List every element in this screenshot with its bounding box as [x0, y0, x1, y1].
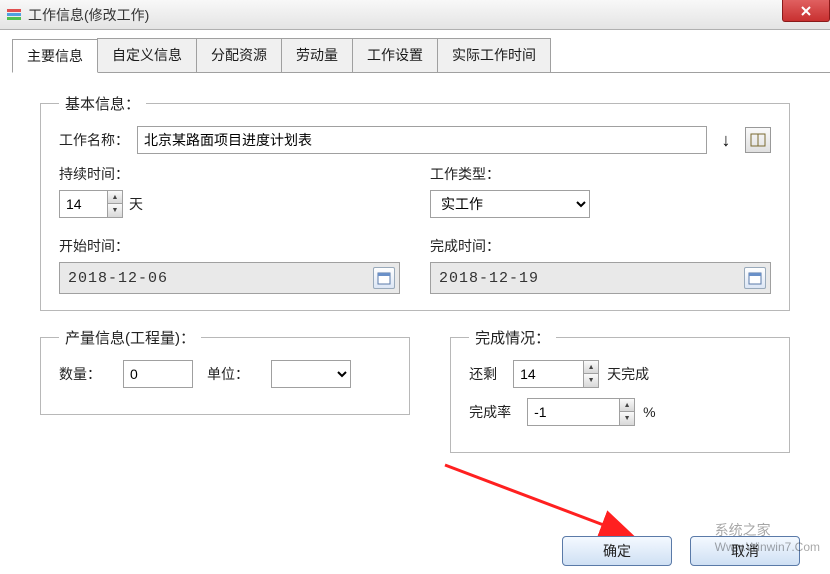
- unit-select[interactable]: [271, 360, 351, 388]
- qty-input[interactable]: [123, 360, 193, 388]
- type-select[interactable]: 实工作: [430, 190, 590, 218]
- completion-group: 完成情况： 还剩 ▲▼ 天完成 完成率 ▲▼ %: [450, 327, 790, 453]
- end-label: 完成时间：: [430, 236, 763, 256]
- spin-up-icon[interactable]: ▲: [108, 191, 122, 204]
- completion-legend: 完成情况：: [469, 327, 556, 348]
- window-title: 工作信息(修改工作): [28, 5, 149, 25]
- remain-spinner[interactable]: ▲▼: [513, 360, 599, 388]
- start-label: 开始时间：: [59, 236, 392, 256]
- columns-icon: [750, 132, 766, 148]
- tab-actual-time[interactable]: 实际工作时间: [437, 38, 551, 72]
- spin-down-icon[interactable]: ▼: [108, 204, 122, 217]
- rate-label: 完成率: [469, 402, 511, 422]
- remain-input[interactable]: [513, 360, 583, 388]
- spin-up-icon[interactable]: ▲: [584, 361, 598, 374]
- close-button[interactable]: [782, 0, 830, 22]
- footer-buttons: 确定 取消: [562, 536, 800, 566]
- duration-spinner[interactable]: ▲▼: [59, 190, 123, 218]
- start-date-input[interactable]: 2018-12-06: [59, 262, 400, 294]
- app-icon: [6, 7, 22, 23]
- output-group: 产量信息(工程量)： 数量： 单位：: [40, 327, 410, 415]
- picker-button[interactable]: [745, 127, 771, 153]
- close-icon: [800, 5, 812, 17]
- ok-button[interactable]: 确定: [562, 536, 672, 566]
- cancel-button[interactable]: 取消: [690, 536, 800, 566]
- name-input[interactable]: [137, 126, 707, 154]
- unit-label: 单位：: [207, 364, 249, 384]
- type-label: 工作类型：: [430, 164, 763, 184]
- calendar-icon[interactable]: [373, 267, 395, 289]
- start-date-value: 2018-12-06: [68, 270, 168, 287]
- qty-label: 数量：: [59, 364, 101, 384]
- duration-unit: 天: [129, 194, 143, 214]
- end-date-value: 2018-12-19: [439, 270, 539, 287]
- spin-down-icon[interactable]: ▼: [584, 374, 598, 387]
- move-down-button[interactable]: ↓: [713, 127, 739, 153]
- title-bar: 工作信息(修改工作): [0, 0, 830, 30]
- tab-bar: 主要信息 自定义信息 分配资源 劳动量 工作设置 实际工作时间: [12, 38, 830, 73]
- tab-labor[interactable]: 劳动量: [281, 38, 353, 72]
- output-legend: 产量信息(工程量)：: [59, 327, 201, 348]
- spin-up-icon[interactable]: ▲: [620, 399, 634, 412]
- end-date-input[interactable]: 2018-12-19: [430, 262, 771, 294]
- rate-spinner[interactable]: ▲▼: [527, 398, 635, 426]
- tab-custom[interactable]: 自定义信息: [97, 38, 197, 72]
- name-label: 工作名称：: [59, 130, 129, 150]
- basic-legend: 基本信息：: [59, 93, 146, 114]
- content-area: 基本信息： 工作名称： ↓ 持续时间： ▲▼ 天 工作类型: [0, 73, 830, 479]
- spin-down-icon[interactable]: ▼: [620, 412, 634, 425]
- tab-settings[interactable]: 工作设置: [352, 38, 438, 72]
- calendar-icon[interactable]: [744, 267, 766, 289]
- basic-info-group: 基本信息： 工作名称： ↓ 持续时间： ▲▼ 天 工作类型: [40, 93, 790, 311]
- rate-input[interactable]: [527, 398, 619, 426]
- tab-resources[interactable]: 分配资源: [196, 38, 282, 72]
- duration-input[interactable]: [59, 190, 107, 218]
- remain-suffix: 天完成: [607, 364, 649, 384]
- tab-main[interactable]: 主要信息: [12, 39, 98, 73]
- rate-suffix: %: [643, 404, 655, 420]
- remain-label: 还剩: [469, 364, 497, 384]
- duration-label: 持续时间：: [59, 164, 392, 184]
